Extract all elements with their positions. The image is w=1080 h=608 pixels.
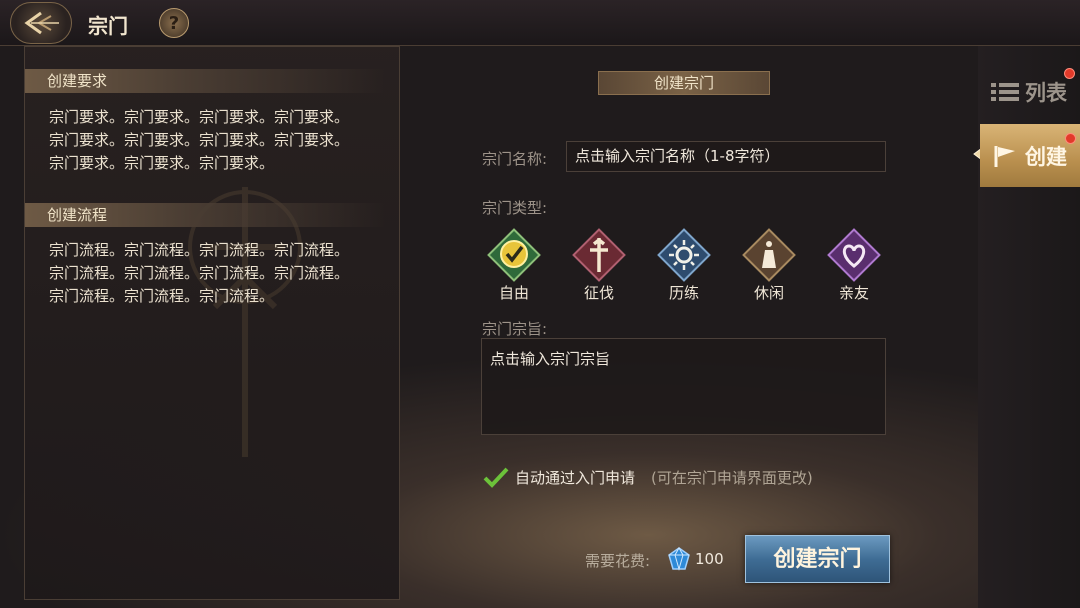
type-label-friends: 亲友 <box>838 284 869 302</box>
gem-icon <box>668 547 690 571</box>
form-title: 创建宗门 <box>598 71 770 95</box>
type-option-conquest[interactable]: 征伐 <box>567 226 631 303</box>
requirements-line: 宗门要求。宗门要求。宗门要求。宗门要求。 <box>49 108 350 126</box>
type-option-free[interactable]: 自由 <box>482 226 546 303</box>
requirements-line: 宗门要求。宗门要求。宗门要求。宗门要求。 <box>49 131 350 149</box>
bell-icon <box>742 228 796 282</box>
auto-approve-label: 自动通过入门申请 <box>515 468 636 487</box>
notification-dot <box>1065 133 1076 144</box>
auto-approve-checkbox[interactable]: 自动通过入门申请 (可在宗门申请界面更改) <box>483 466 813 488</box>
sun-icon <box>657 228 711 282</box>
goal-label: 宗门宗旨: <box>482 320 548 338</box>
help-button[interactable]: ? <box>159 8 189 38</box>
type-label-free: 自由 <box>498 284 529 302</box>
requirements-header: 创建要求 <box>25 69 385 93</box>
requirements-text: 宗门要求。宗门要求。宗门要求。宗门要求。 宗门要求。宗门要求。宗门要求。宗门要求… <box>49 106 389 175</box>
process-text: 宗门流程。宗门流程。宗门流程。宗门流程。 宗门流程。宗门流程。宗门流程。宗门流程… <box>49 239 389 308</box>
process-line: 宗门流程。宗门流程。宗门流程。宗门流程。 <box>49 241 350 259</box>
tab-create-label: 创建 <box>1025 143 1067 169</box>
create-sect-button[interactable]: 创建宗门 <box>745 535 890 583</box>
notification-dot <box>1064 68 1075 79</box>
type-option-training[interactable]: 历练 <box>652 226 716 303</box>
process-header: 创建流程 <box>25 203 385 227</box>
tab-create[interactable]: 创建 <box>980 124 1080 187</box>
heart-icon <box>827 228 881 282</box>
type-option-friends[interactable]: 亲友 <box>822 226 886 303</box>
info-panel: 创建要求 宗门要求。宗门要求。宗门要求。宗门要求。 宗门要求。宗门要求。宗门要求… <box>24 46 400 600</box>
type-label-leisure: 休闲 <box>753 284 784 302</box>
type-option-leisure[interactable]: 休闲 <box>737 226 801 303</box>
back-button[interactable] <box>10 2 72 44</box>
requirements-line: 宗门要求。宗门要求。宗门要求。 <box>49 154 275 172</box>
type-label: 宗门类型: <box>482 199 548 217</box>
tab-list-label: 列表 <box>1025 80 1067 105</box>
name-label: 宗门名称: <box>482 150 548 168</box>
back-arrow-icon <box>24 11 59 35</box>
flag-icon <box>994 145 1015 167</box>
page-title: 宗门 <box>88 14 128 38</box>
cost-value: 100 <box>695 550 724 568</box>
sect-goal-textarea[interactable]: 点击输入宗门宗旨 <box>481 338 886 435</box>
process-line: 宗门流程。宗门流程。宗门流程。宗门流程。 <box>49 264 350 282</box>
list-icon <box>991 83 1019 101</box>
sect-name-input[interactable]: 点击输入宗门名称（1-8字符） <box>566 141 886 172</box>
auto-approve-note: (可在宗门申请界面更改) <box>651 468 813 487</box>
checkmark-icon <box>483 467 509 488</box>
cost-label: 需要花费: <box>585 552 651 570</box>
type-label-training: 历练 <box>668 284 699 302</box>
checkmark-icon <box>487 228 541 282</box>
type-label-conquest: 征伐 <box>583 284 614 302</box>
sword-icon <box>572 228 626 282</box>
process-line: 宗门流程。宗门流程。宗门流程。 <box>49 287 275 305</box>
